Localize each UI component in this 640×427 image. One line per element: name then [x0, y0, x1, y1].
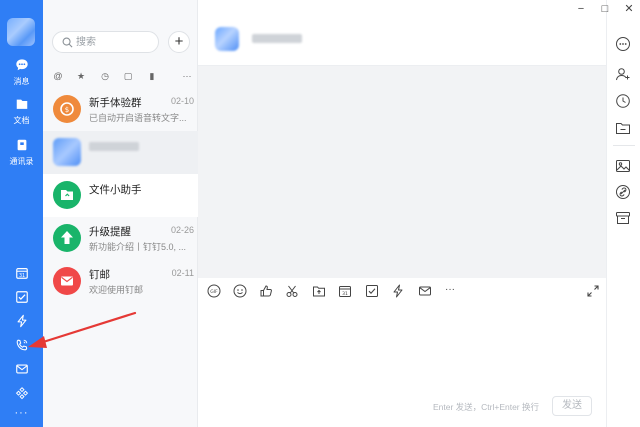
phone-call-icon [16, 339, 27, 351]
lightning-icon [17, 314, 26, 328]
filter-bar: @ ★ ◷ ▢ ▮ ··· [47, 69, 195, 83]
nav-apps[interactable] [0, 386, 43, 403]
chat-header [198, 0, 606, 66]
search-box[interactable] [52, 31, 159, 53]
add-member-icon[interactable] [615, 66, 631, 82]
todo-icon[interactable] [365, 284, 379, 298]
calendar-day: 31 [342, 291, 348, 297]
calendar-schedule-icon[interactable]: 31 [338, 284, 352, 298]
nav-label: 通讯录 [9, 157, 34, 166]
conversation-date: 02-26 [170, 225, 194, 235]
more-filter-icon[interactable]: ··· [180, 69, 194, 83]
file-icon[interactable]: ▮ [145, 69, 159, 83]
composer-toolbar: GIF 31 ··· [198, 279, 606, 303]
calendar-day: 31 [18, 273, 24, 279]
nav-ding[interactable] [0, 314, 43, 331]
todo-check-icon [15, 291, 28, 303]
conversation-name: 文件小助手 [89, 184, 142, 196]
folder-icon [61, 190, 73, 200]
more-tools-icon[interactable]: ··· [445, 284, 459, 298]
left-nav-rail: 消息 文档 通讯录 31 ··· [0, 0, 43, 427]
gif-icon[interactable]: GIF [207, 284, 221, 298]
right-toolbar: − □ ✕ [578, 0, 640, 427]
contacts-book-icon [17, 139, 26, 151]
nav-label: 消息 [13, 77, 30, 86]
conversation-preview: 欢迎使用钉邮 [89, 285, 144, 295]
conversation-name: 钉邮 [89, 269, 110, 281]
nav-item-contacts[interactable]: 通讯录 [0, 138, 43, 167]
thumbs-up-icon[interactable] [259, 284, 273, 298]
conversation-item[interactable]: 升级提醒 02-26 新功能介绍丨钉钉5.0, ... [43, 217, 198, 260]
chat-bubble-icon [15, 59, 28, 71]
group-chat-icon: $ [60, 102, 74, 116]
more-options-icon[interactable] [615, 36, 631, 52]
chat-pane: GIF 31 ··· Enter 发送，Ctrl+Enter 换行 发送 [198, 0, 606, 427]
contact-avatar [53, 138, 81, 166]
divider [613, 145, 635, 146]
chat-avatar-blurred[interactable] [215, 27, 239, 51]
conversation-date: 02-11 [171, 268, 194, 278]
unread-icon[interactable]: ▢ [121, 69, 135, 83]
conversation-item[interactable]: 文件小助手 [43, 174, 198, 217]
emoji-icon[interactable] [233, 284, 247, 298]
chat-title-blurred [252, 34, 302, 46]
group-avatar: $ [53, 95, 81, 123]
conversation-list-panel: + @ ★ ◷ ▢ ▮ ··· $ 新手体验群 02-10 已自动开启语音转文字… [43, 0, 198, 427]
image-icon[interactable] [615, 158, 631, 174]
clock-icon[interactable]: ◷ [98, 69, 112, 83]
mail-icon [15, 364, 28, 374]
conversation-name-blurred [89, 142, 139, 154]
conversation-item[interactable]: $ 新手体验群 02-10 已自动开启语音转文字... [43, 88, 198, 131]
star-icon[interactable]: ★ [74, 69, 88, 83]
conversation-preview: 已自动开启语音转文字... [89, 113, 187, 123]
conversation-name: 新手体验群 [89, 97, 142, 109]
nav-phone[interactable] [0, 338, 43, 355]
calendar-icon: 31 [15, 268, 28, 279]
message-area [198, 66, 606, 278]
nav-label: 文档 [13, 116, 30, 125]
at-mention-icon[interactable]: @ [51, 69, 65, 83]
upload-arrow-icon [61, 231, 73, 244]
send-button[interactable]: 发送 [552, 396, 592, 416]
create-plus-button[interactable]: + [168, 31, 190, 53]
upgrade-avatar [53, 224, 81, 252]
nav-todo[interactable] [0, 290, 43, 307]
nav-item-messages[interactable]: 消息 [0, 58, 43, 87]
expand-icon[interactable] [586, 284, 600, 298]
file-helper-avatar [53, 181, 81, 209]
nav-mail[interactable] [0, 362, 43, 379]
history-clock-icon[interactable] [615, 93, 631, 109]
svg-text:$: $ [65, 106, 69, 114]
envelope-icon [61, 276, 73, 286]
ding-lightning-icon[interactable] [391, 284, 405, 298]
scissors-icon[interactable] [285, 284, 299, 298]
apps-icon [15, 387, 28, 400]
archive-icon[interactable] [615, 210, 631, 226]
user-avatar[interactable] [7, 18, 35, 46]
mail-icon[interactable] [418, 284, 432, 298]
maximize-button[interactable]: □ [599, 3, 611, 15]
conversation-item-selected[interactable] [43, 131, 198, 174]
mail-avatar [53, 267, 81, 295]
link-icon[interactable] [615, 184, 631, 200]
nav-calendar[interactable]: 31 [0, 266, 43, 283]
search-icon [62, 37, 73, 48]
conversation-date: 02-10 [170, 96, 194, 106]
minimize-button[interactable]: − [575, 3, 587, 15]
more-dots-icon[interactable]: ··· [0, 407, 43, 419]
search-input[interactable] [76, 35, 156, 49]
conversation-item[interactable]: 钉邮 02-11 欢迎使用钉邮 [43, 260, 198, 303]
document-folder-icon [16, 99, 27, 109]
close-button[interactable]: ✕ [623, 3, 635, 15]
conversation-name: 升级提醒 [89, 226, 131, 238]
send-hint: Enter 发送，Ctrl+Enter 换行 [432, 402, 539, 412]
conversation-preview: 新功能介绍丨钉钉5.0, ... [89, 242, 187, 252]
gif-label: GIF [210, 289, 218, 295]
folder-upload-icon[interactable] [312, 284, 326, 298]
nav-item-docs[interactable]: 文档 [0, 97, 43, 126]
files-folder-icon[interactable] [615, 120, 631, 136]
